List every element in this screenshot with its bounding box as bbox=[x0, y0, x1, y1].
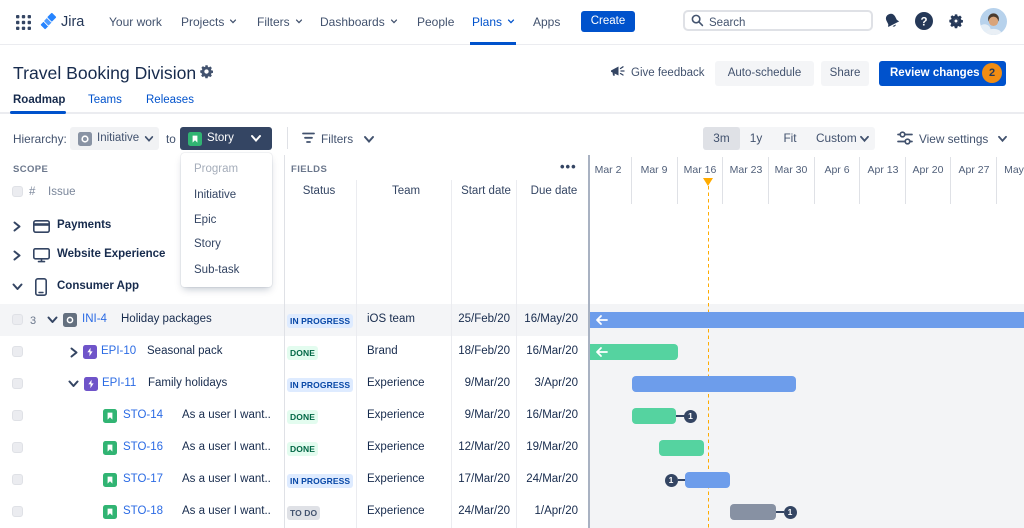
svg-text:?: ? bbox=[920, 16, 927, 28]
